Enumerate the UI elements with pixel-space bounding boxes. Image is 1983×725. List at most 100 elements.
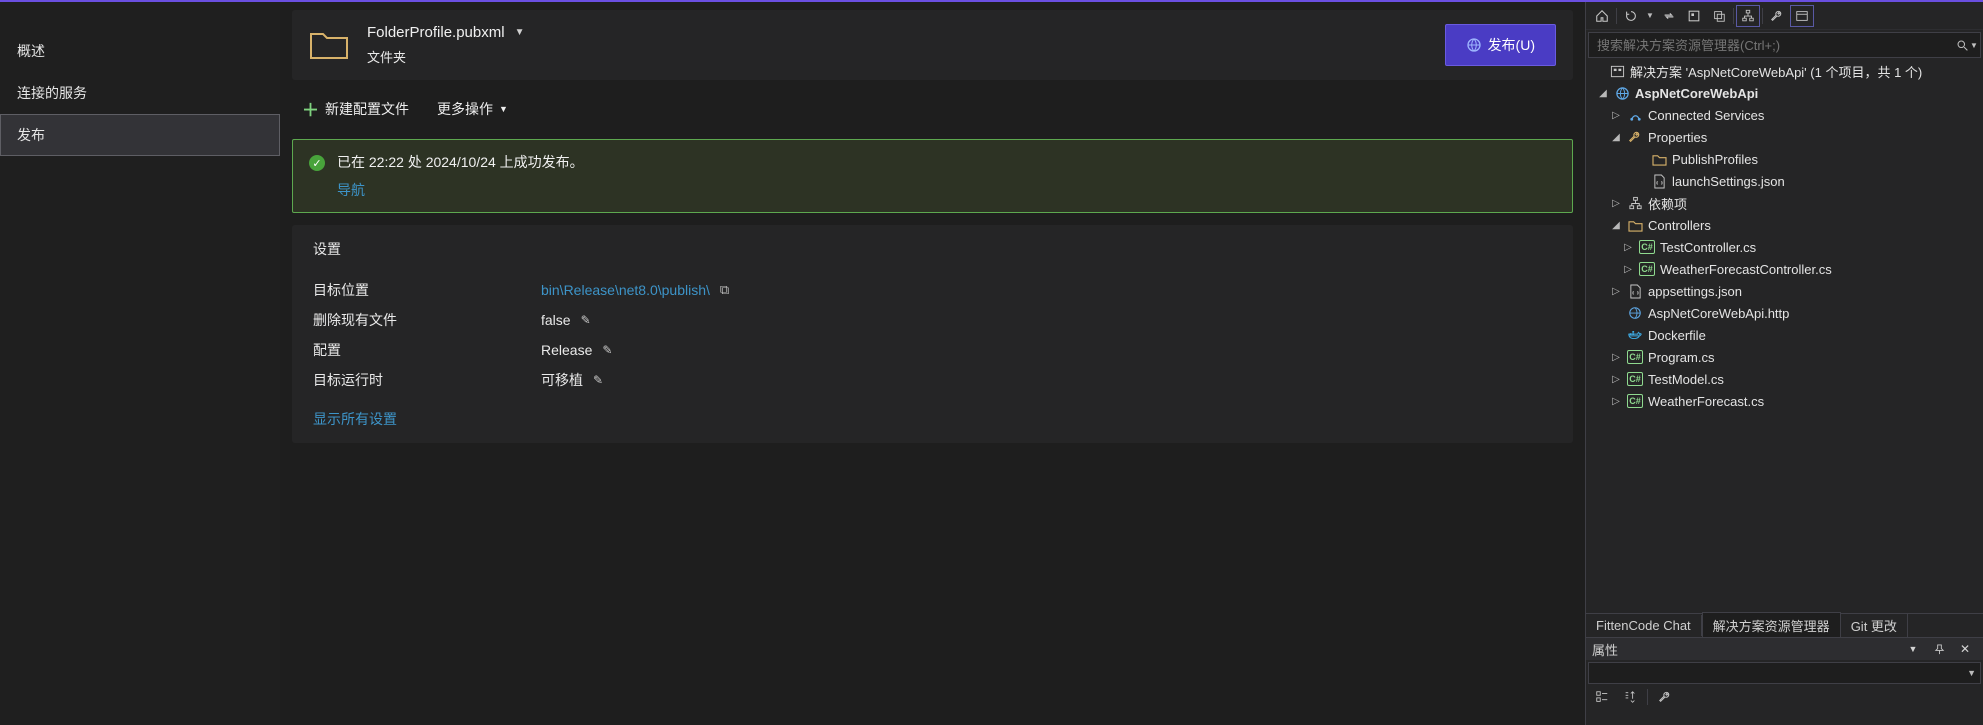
tree-http-file[interactable]: ▷ AspNetCoreWebApi.http xyxy=(1586,302,1983,324)
tree-label: TestModel.cs xyxy=(1648,372,1724,387)
terminal-icon[interactable] xyxy=(1790,5,1814,27)
separator xyxy=(1761,5,1764,27)
new-profile-button[interactable]: ＋ 新建配置文件 xyxy=(302,96,409,121)
solution-tree: ▶ 解决方案 'AspNetCoreWebApi' (1 个项目，共 1 个) … xyxy=(1586,58,1983,613)
properties-combo[interactable]: ▼ xyxy=(1588,662,1981,684)
history-icon[interactable] xyxy=(1619,5,1643,27)
success-banner: ✓ 已在 22:22 处 2024/10/24 上成功发布。 导航 xyxy=(292,139,1573,213)
copy-icon[interactable]: ⧉ xyxy=(720,282,729,298)
tree-label: AspNetCoreWebApi.http xyxy=(1648,306,1789,321)
setting-value: Release ✎ xyxy=(541,342,612,358)
json-file-icon xyxy=(1650,174,1668,189)
tab-git-changes[interactable]: Git 更改 xyxy=(1841,613,1908,638)
tree-weather-controller[interactable]: ▷ C# WeatherForecastController.cs xyxy=(1586,258,1983,280)
value-text: Release xyxy=(541,342,592,358)
tree-connected-services[interactable]: ▷ Connected Services xyxy=(1586,104,1983,126)
tree-properties[interactable]: ◢ Properties xyxy=(1586,126,1983,148)
nav-connected-services[interactable]: 连接的服务 xyxy=(0,72,280,114)
value-text: false xyxy=(541,312,571,328)
tree-label: launchSettings.json xyxy=(1672,174,1785,189)
setting-value-link[interactable]: bin\Release\net8.0\publish\ ⧉ xyxy=(541,282,729,298)
hierarchy-icon[interactable] xyxy=(1736,5,1760,27)
wrench-icon[interactable] xyxy=(1653,686,1677,708)
json-file-icon xyxy=(1626,284,1644,299)
tree-label: WeatherForecastController.cs xyxy=(1660,262,1832,277)
docker-icon xyxy=(1626,328,1644,342)
properties-icon xyxy=(1626,130,1644,144)
nav-overview[interactable]: 概述 xyxy=(0,30,280,72)
solution-icon xyxy=(1608,64,1626,79)
show-all-settings-link[interactable]: 显示所有设置 xyxy=(313,411,397,427)
publish-button-label: 发布(U) xyxy=(1488,35,1535,55)
center-area: FolderProfile.pubxml ▼ 文件夹 发布(U) ＋ 新建配置 xyxy=(280,2,1585,725)
nav-publish[interactable]: 发布 xyxy=(0,114,280,156)
se-toolbar: ▼ xyxy=(1586,2,1983,30)
dependencies-icon xyxy=(1626,196,1644,211)
web-project-icon xyxy=(1613,86,1631,101)
copy-icon[interactable] xyxy=(1707,5,1731,27)
tree-test-model[interactable]: ▷ C# TestModel.cs xyxy=(1586,368,1983,390)
setting-target-location: 目标位置 bin\Release\net8.0\publish\ ⧉ xyxy=(309,275,1556,305)
connected-services-icon xyxy=(1626,108,1644,123)
close-icon[interactable]: ✕ xyxy=(1953,638,1977,660)
tree-label: appsettings.json xyxy=(1648,284,1742,299)
left-sidebar: 概述 连接的服务 发布 xyxy=(0,2,280,725)
tree-label: 解决方案 'AspNetCoreWebApi' (1 个项目，共 1 个) xyxy=(1630,62,1922,81)
tree-solution-root[interactable]: ▶ 解决方案 'AspNetCoreWebApi' (1 个项目，共 1 个) xyxy=(1586,60,1983,82)
new-profile-label: 新建配置文件 xyxy=(325,99,409,119)
sort-icon[interactable] xyxy=(1618,686,1642,708)
success-messages: 已在 22:22 处 2024/10/24 上成功发布。 导航 xyxy=(337,152,584,200)
tree-label: Program.cs xyxy=(1648,350,1714,365)
categorize-icon[interactable] xyxy=(1590,686,1614,708)
tree-label: PublishProfiles xyxy=(1672,152,1758,167)
tree-controllers[interactable]: ◢ Controllers xyxy=(1586,214,1983,236)
solution-explorer-panel: ▼ xyxy=(1585,2,1983,725)
more-actions-dropdown[interactable]: 更多操作 ▼ xyxy=(437,99,508,119)
sync-icon[interactable] xyxy=(1657,5,1681,27)
tree-appsettings[interactable]: ▷ appsettings.json xyxy=(1586,280,1983,302)
separator xyxy=(1646,686,1649,708)
tree-dockerfile[interactable]: ▷ Dockerfile xyxy=(1586,324,1983,346)
tree-test-controller[interactable]: ▷ C# TestController.cs xyxy=(1586,236,1983,258)
show-all-wrap: 显示所有设置 xyxy=(313,409,1556,429)
target-path: bin\Release\net8.0\publish\ xyxy=(541,282,710,298)
app-root: 概述 连接的服务 发布 FolderProfile.pubxml ▼ 文件夹 xyxy=(0,0,1983,725)
tab-fittencode[interactable]: FittenCode Chat xyxy=(1586,615,1702,636)
edit-icon[interactable]: ✎ xyxy=(581,313,591,327)
tree-program-cs[interactable]: ▷ C# Program.cs xyxy=(1586,346,1983,368)
tree-publish-profiles[interactable]: ▷ PublishProfiles xyxy=(1586,148,1983,170)
publish-button[interactable]: 发布(U) xyxy=(1445,24,1556,66)
profile-dropdown[interactable]: FolderProfile.pubxml ▼ xyxy=(367,24,524,41)
separator xyxy=(1615,5,1618,27)
search-input[interactable] xyxy=(1589,38,1954,53)
tab-solution-explorer[interactable]: 解决方案资源管理器 xyxy=(1702,612,1841,639)
setting-label: 目标运行时 xyxy=(313,370,523,390)
tree-launch-settings[interactable]: ▷ launchSettings.json xyxy=(1586,170,1983,192)
dropdown-icon[interactable]: ▼ xyxy=(1901,638,1925,660)
tree-weather-forecast[interactable]: ▷ C# WeatherForecast.cs xyxy=(1586,390,1983,412)
profile-name: FolderProfile.pubxml xyxy=(367,24,505,41)
settings-title: 设置 xyxy=(313,239,1556,259)
tree-label: Connected Services xyxy=(1648,108,1764,123)
se-search: ▼ xyxy=(1588,32,1981,58)
csharp-file-icon: C# xyxy=(1638,240,1656,254)
home-icon[interactable] xyxy=(1590,5,1614,27)
folder-icon xyxy=(1650,153,1668,166)
navigate-link[interactable]: 导航 xyxy=(337,180,584,200)
properties-titlebar: 属性 ▼ ✕ xyxy=(1586,638,1983,660)
chevron-down-icon[interactable]: ▼ xyxy=(1644,5,1656,27)
check-circle-icon: ✓ xyxy=(309,155,325,171)
properties-panel: 属性 ▼ ✕ ▼ xyxy=(1586,637,1983,725)
wrench-icon[interactable] xyxy=(1765,5,1789,27)
edit-icon[interactable]: ✎ xyxy=(593,373,603,387)
tree-project[interactable]: ◢ AspNetCoreWebApi xyxy=(1586,82,1983,104)
edit-icon[interactable]: ✎ xyxy=(602,343,612,357)
setting-configuration: 配置 Release ✎ xyxy=(309,335,1556,365)
setting-label: 配置 xyxy=(313,340,523,360)
properties-toolbar xyxy=(1586,684,1983,710)
pin-icon[interactable] xyxy=(1927,638,1951,660)
frame-icon[interactable] xyxy=(1682,5,1706,27)
setting-label: 删除现有文件 xyxy=(313,310,523,330)
tree-dependencies[interactable]: ▷ 依赖项 xyxy=(1586,192,1983,214)
search-icon[interactable]: ▼ xyxy=(1954,39,1980,52)
